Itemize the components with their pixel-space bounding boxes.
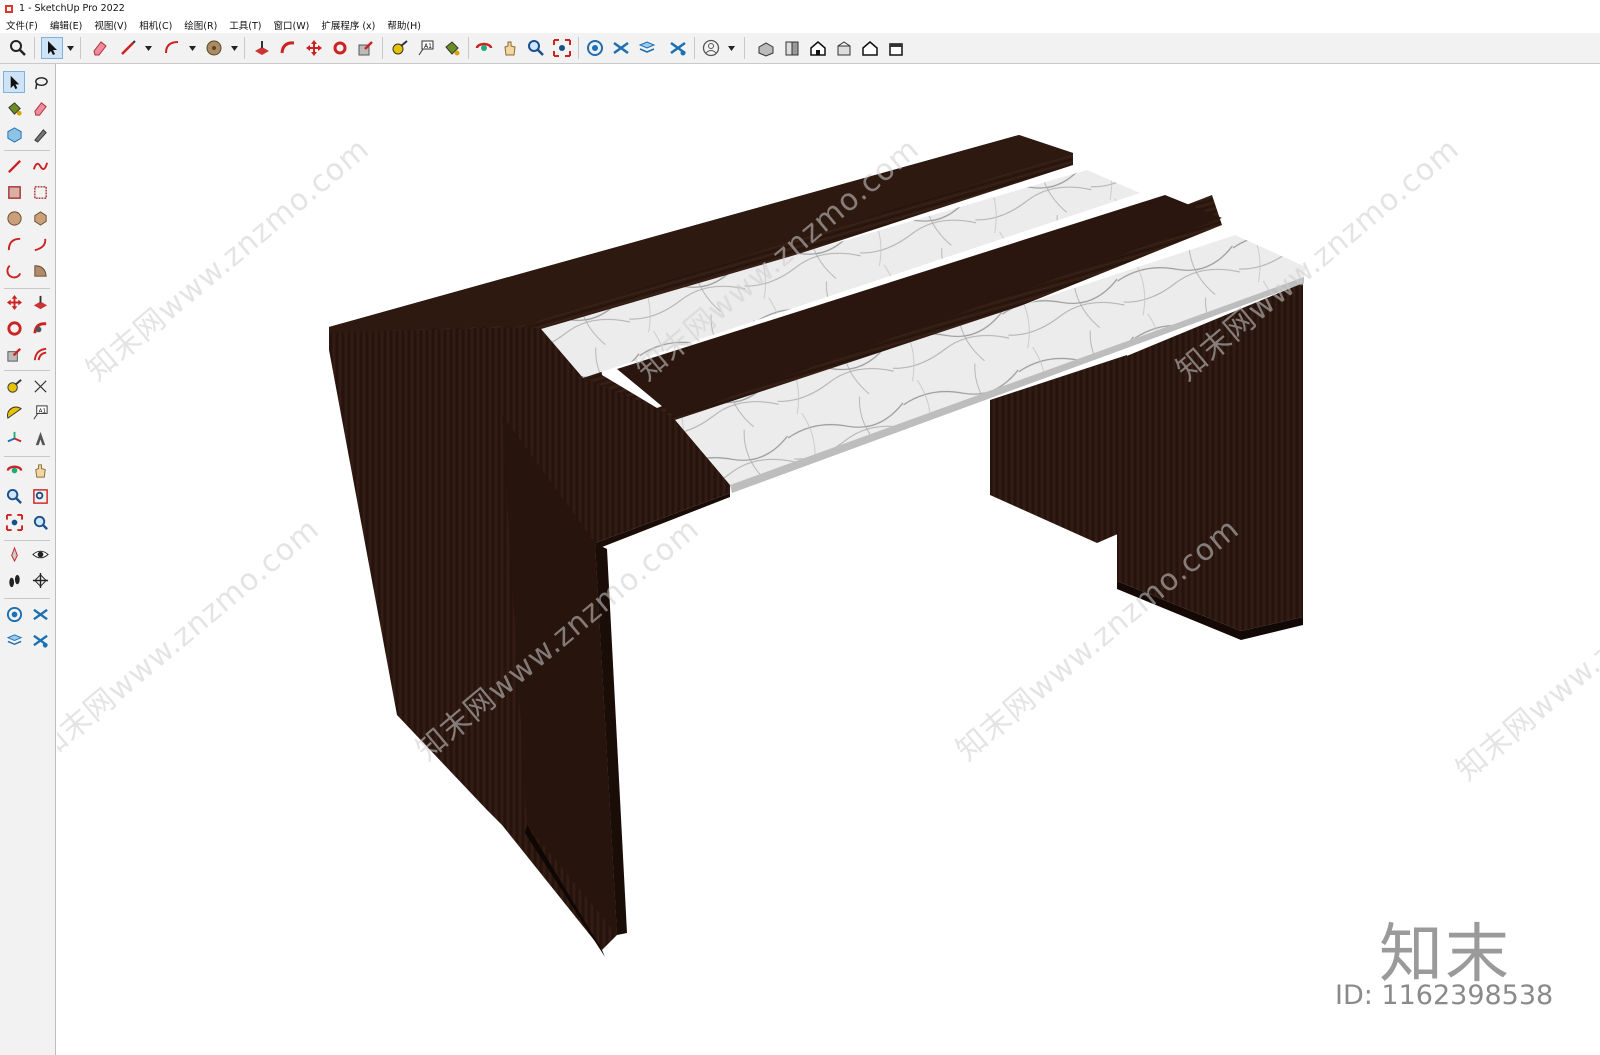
back-view-icon[interactable] <box>886 38 906 58</box>
pan-icon[interactable] <box>500 38 520 58</box>
components-icon[interactable] <box>668 38 688 58</box>
menu-file[interactable]: 文件(F) <box>0 18 44 32</box>
zoom-extents-icon[interactable] <box>552 38 572 58</box>
followme-icon[interactable] <box>278 38 298 58</box>
svg-text:A1: A1 <box>424 43 432 50</box>
title-bar: 1 - SketchUp Pro 2022 <box>0 0 1600 17</box>
zoom-tool-icon[interactable] <box>526 38 546 58</box>
watermark-id: ID: 1162398538 <box>1335 980 1554 1011</box>
offset-icon[interactable] <box>30 344 50 364</box>
pan-icon[interactable] <box>30 460 50 480</box>
menu-camera[interactable]: 相机(C) <box>133 18 178 32</box>
text-icon[interactable]: A1 <box>30 402 50 422</box>
rotate-icon[interactable] <box>330 38 350 58</box>
model-viewport[interactable]: 知末网www.znzmo.com 知末网www.znzmo.com 知末网www… <box>57 65 1600 1055</box>
eraser-icon[interactable] <box>90 38 110 58</box>
chevron-down-icon[interactable] <box>188 38 196 58</box>
look-around-icon[interactable] <box>30 544 50 564</box>
scale-icon[interactable] <box>356 38 376 58</box>
pie-icon[interactable] <box>30 260 50 280</box>
move-icon[interactable] <box>4 292 24 312</box>
position-camera-icon[interactable] <box>4 544 24 564</box>
arc-icon[interactable] <box>162 38 182 58</box>
rectangle-icon[interactable] <box>4 182 24 202</box>
menu-draw[interactable]: 绘图(R) <box>178 18 223 32</box>
extension-icon[interactable] <box>30 604 50 624</box>
menu-bar: 文件(F) 编辑(E) 视图(V) 相机(C) 绘图(R) 工具(T) 窗口(W… <box>0 17 1600 33</box>
front-view-icon[interactable] <box>782 38 802 58</box>
orbit-icon[interactable] <box>4 460 24 480</box>
menu-edit[interactable]: 编辑(E) <box>44 18 88 32</box>
three-point-arc-icon[interactable] <box>4 260 24 280</box>
zoom-window-icon[interactable] <box>30 486 50 506</box>
extension-icon[interactable] <box>611 38 631 58</box>
arc-icon[interactable] <box>4 234 24 254</box>
top-view-icon[interactable] <box>808 38 828 58</box>
main-toolbar: A1 <box>0 33 1600 64</box>
move-icon[interactable] <box>304 38 324 58</box>
orbit-icon[interactable] <box>474 38 494 58</box>
menu-help[interactable]: 帮助(H) <box>381 18 427 32</box>
sketchup-logo-icon <box>5 4 13 13</box>
pushpull-icon[interactable] <box>30 292 50 312</box>
sample-paint-icon[interactable] <box>30 124 50 144</box>
line-icon[interactable] <box>4 156 24 176</box>
zoom-tool-icon[interactable] <box>4 486 24 506</box>
tape-icon[interactable] <box>4 376 24 396</box>
scale-icon[interactable] <box>4 344 24 364</box>
dimension-icon[interactable] <box>30 376 50 396</box>
large-tool-set: A1 <box>0 64 56 1055</box>
select-icon[interactable] <box>41 37 63 59</box>
polygon-icon[interactable] <box>30 208 50 228</box>
zoom-extents-icon[interactable] <box>4 512 24 532</box>
menu-window[interactable]: 窗口(W) <box>268 18 316 32</box>
rotate-icon[interactable] <box>4 318 24 338</box>
previous-view-icon[interactable] <box>30 512 50 532</box>
account-icon[interactable] <box>701 38 721 58</box>
lasso-icon[interactable] <box>30 72 50 92</box>
component-icon[interactable] <box>4 124 24 144</box>
menu-extensions[interactable]: 扩展程序 (x) <box>315 18 381 32</box>
select-icon[interactable] <box>3 71 25 93</box>
section-plane-icon[interactable] <box>30 570 50 590</box>
svg-text:A1: A1 <box>38 408 46 414</box>
chevron-down-icon[interactable] <box>230 38 238 58</box>
window-title: 1 - SketchUp Pro 2022 <box>19 3 125 14</box>
warehouse-icon[interactable] <box>585 38 605 58</box>
eraser-icon[interactable] <box>30 98 50 118</box>
home-view-icon[interactable] <box>860 38 880 58</box>
freehand-icon[interactable] <box>30 156 50 176</box>
paint-icon[interactable] <box>204 38 224 58</box>
layers-icon[interactable] <box>4 630 24 650</box>
walk-icon[interactable] <box>4 570 24 590</box>
followme-icon[interactable] <box>30 318 50 338</box>
chevron-down-icon[interactable] <box>66 38 74 58</box>
components-icon[interactable] <box>30 630 50 650</box>
side-view-icon[interactable] <box>834 38 854 58</box>
paint-bucket-icon[interactable] <box>442 38 462 58</box>
layers-icon[interactable] <box>637 38 657 58</box>
circle-icon[interactable] <box>4 208 24 228</box>
chevron-down-icon[interactable] <box>727 38 735 58</box>
menu-tools[interactable]: 工具(T) <box>223 18 267 32</box>
tape-icon[interactable] <box>390 38 410 58</box>
pushpull-icon[interactable] <box>252 38 272 58</box>
3d-text-icon[interactable] <box>30 428 50 448</box>
iso-view-icon[interactable] <box>756 38 776 58</box>
axes-icon[interactable] <box>4 428 24 448</box>
menu-view[interactable]: 视图(V) <box>88 18 133 32</box>
protractor-icon[interactable] <box>4 402 24 422</box>
warehouse-icon[interactable] <box>4 604 24 624</box>
rotated-rectangle-icon[interactable] <box>30 182 50 202</box>
text-icon[interactable]: A1 <box>416 38 436 58</box>
two-point-arc-icon[interactable] <box>30 234 50 254</box>
line-icon[interactable] <box>118 38 138 58</box>
paint-bucket-icon[interactable] <box>4 98 24 118</box>
chevron-down-icon[interactable] <box>144 38 152 58</box>
zoom-icon[interactable] <box>8 38 28 58</box>
